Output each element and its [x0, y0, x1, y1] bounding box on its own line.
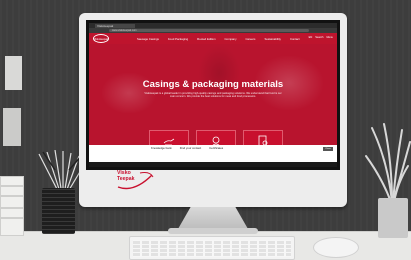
os-taskbar [89, 162, 337, 167]
nav-item-sausage-casings[interactable]: Sausage Casings [137, 37, 159, 41]
plant-icon [365, 123, 411, 203]
pencil-cup [42, 188, 75, 234]
keyboard [129, 236, 295, 260]
main-nav: Sausage Casings Food Packaging Rooted Ed… [137, 37, 300, 41]
plant-pot [378, 198, 408, 238]
nav-item-contact[interactable]: Contact [290, 37, 300, 41]
monitor-brand-logo: Visko Teepak [117, 170, 135, 182]
menu-link[interactable]: Menu [327, 36, 334, 39]
site-header: Viskoteepak Sausage Casings Food Packagi… [89, 33, 337, 44]
language-switch[interactable]: EN [309, 36, 313, 39]
link-knowledge-bank[interactable]: Knowledge bank [151, 146, 172, 150]
keyboard-keys [133, 240, 291, 257]
book-stack [0, 176, 24, 236]
nav-item-company[interactable]: Company [225, 37, 237, 41]
hero-subtext: Viskoteepak is a global leader in provid… [144, 92, 282, 99]
wall-note [3, 108, 21, 146]
browser-screen: Viskoteepak www.viskoteepak.com Viskotee… [89, 23, 337, 167]
link-find-contact[interactable]: Find your contact [180, 146, 201, 150]
wall-note [5, 56, 22, 90]
mouse [313, 237, 359, 258]
brand-line-2: Teepak [117, 176, 135, 182]
nav-item-sustainability[interactable]: Sustainability [264, 37, 280, 41]
header-utilities: EN Search Menu [309, 36, 333, 39]
url-field[interactable]: www.viskoteepak.com [109, 29, 309, 32]
link-certificates[interactable]: Certificates [209, 146, 223, 150]
hero-headline: Casings & packaging materials [142, 79, 284, 90]
monitor-stand-base [168, 228, 258, 234]
nav-item-careers[interactable]: Careers [246, 37, 256, 41]
site-logo[interactable]: Viskoteepak [93, 34, 109, 43]
close-button[interactable]: Close [323, 147, 333, 151]
nav-item-food-packaging[interactable]: Food Packaging [168, 37, 188, 41]
search-link[interactable]: Search [315, 36, 323, 39]
nav-item-rooted-edition[interactable]: Rooted Edition [197, 37, 215, 41]
